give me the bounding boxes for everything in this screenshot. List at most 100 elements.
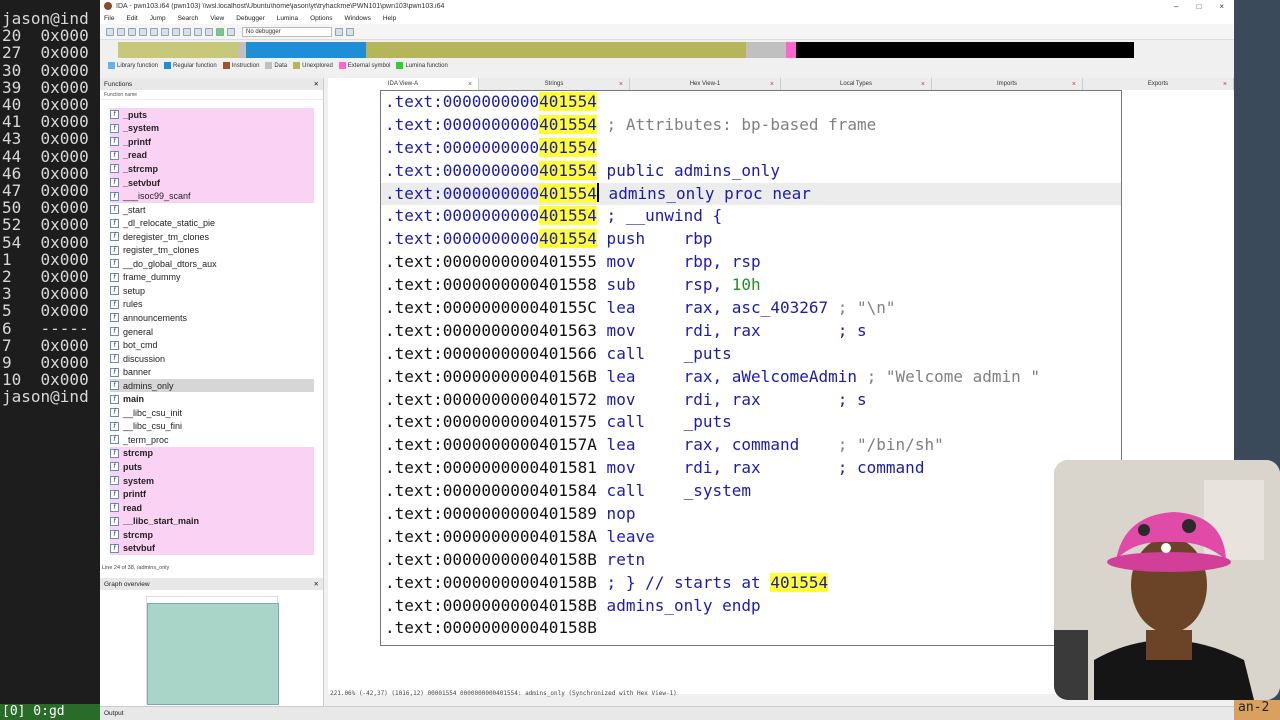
windows-icon[interactable]	[346, 27, 354, 36]
function-item[interactable]: f banner	[110, 365, 314, 379]
function-item[interactable]: f puts	[110, 460, 314, 474]
debugger-select[interactable]: No debugger	[242, 26, 332, 37]
disasm-line[interactable]: .text:0000000000401554	[381, 91, 1121, 114]
disasm-line[interactable]: .text:0000000000401581 mov rdi, rax ; co…	[381, 457, 1121, 480]
forward-icon[interactable]	[139, 27, 147, 36]
function-item[interactable]: f rules	[110, 298, 314, 312]
disasm-line[interactable]: .text:000000000040158B	[381, 617, 1121, 640]
function-item[interactable]: f bot_cmd	[110, 338, 314, 352]
disasm-line[interactable]: .text:000000000040158A leave	[381, 526, 1121, 549]
function-item[interactable]: f _strcmp	[110, 162, 314, 176]
search-icon[interactable]	[150, 27, 158, 36]
navigation-band-bar[interactable]	[118, 42, 1134, 58]
panel-close-icon[interactable]: ✕	[314, 80, 319, 88]
search-text-icon[interactable]	[161, 27, 169, 36]
maximize-button[interactable]: □	[1196, 2, 1201, 11]
tab-close-icon[interactable]: ×	[619, 81, 623, 88]
function-item[interactable]: f __libc_csu_init	[110, 406, 314, 420]
tab-imports[interactable]: Imports ×	[932, 78, 1083, 90]
disasm-line[interactable]: .text:0000000000401554	[381, 137, 1121, 160]
function-item[interactable]: f _start	[110, 203, 314, 217]
code-icon[interactable]	[194, 27, 202, 36]
function-item[interactable]: f _printf	[110, 135, 314, 149]
open-icon[interactable]	[106, 27, 114, 36]
disassembly-listing[interactable]: .text:0000000000401554 .text:000000000040…	[380, 90, 1122, 646]
function-item[interactable]: f strcmp	[110, 446, 314, 461]
function-item[interactable]: f frame_dummy	[110, 271, 314, 285]
function-item[interactable]: f deregister_tm_clones	[110, 230, 314, 244]
function-item[interactable]: f ___isoc99_scanf	[110, 189, 314, 203]
disasm-line[interactable]: .text:0000000000401554 push rbp	[381, 228, 1121, 251]
menu-item-view[interactable]: View	[210, 15, 224, 22]
function-item[interactable]: f main	[110, 392, 314, 406]
graph-overview-canvas[interactable]	[146, 596, 279, 705]
disasm-line[interactable]: .text:0000000000401554 ; __unwind {	[381, 205, 1121, 228]
function-name-column-header[interactable]: Function name	[100, 90, 323, 100]
function-item[interactable]: f __do_global_dtors_aux	[110, 257, 314, 271]
function-item[interactable]: f _read	[110, 148, 314, 163]
menu-item-jump[interactable]: Jump	[150, 15, 166, 22]
function-item[interactable]: f printf	[110, 487, 314, 501]
tab-close-icon[interactable]: ×	[1072, 81, 1076, 88]
disasm-line[interactable]: .text:0000000000401554 admins_only proc …	[381, 182, 1121, 206]
disasm-line[interactable]: .text:000000000040158B retn	[381, 549, 1121, 572]
menu-item-help[interactable]: Help	[383, 15, 396, 22]
disasm-line[interactable]: .text:000000000040156B lea rax, aWelcome…	[381, 366, 1121, 389]
function-item[interactable]: f _system	[110, 121, 314, 136]
tab-exports[interactable]: Exports ×	[1083, 78, 1234, 90]
disasm-line[interactable]: .text:0000000000401575 call _puts	[381, 411, 1121, 434]
tab-close-icon[interactable]: ×	[770, 81, 774, 88]
menu-item-search[interactable]: Search	[178, 15, 199, 22]
function-item[interactable]: f __libc_start_main	[110, 514, 314, 528]
function-item[interactable]: f system	[110, 473, 314, 488]
function-item[interactable]: f setvbuf	[110, 541, 314, 556]
tab-close-icon[interactable]: ×	[921, 81, 925, 88]
tab-strings[interactable]: Strings ×	[479, 78, 630, 90]
minimize-button[interactable]: –	[1174, 2, 1178, 11]
disasm-line[interactable]: .text:0000000000401563 mov rdi, rax ; s	[381, 320, 1121, 343]
function-item[interactable]: f _puts	[110, 108, 314, 122]
disasm-line[interactable]: .text:0000000000401555 mov rbp, rsp	[381, 251, 1121, 274]
function-item[interactable]: f setup	[110, 284, 314, 298]
function-item[interactable]: f general	[110, 325, 314, 339]
save-icon[interactable]	[117, 27, 125, 36]
menu-item-windows[interactable]: Windows	[344, 15, 370, 22]
function-item[interactable]: f strcmp	[110, 527, 314, 542]
menu-item-debugger[interactable]: Debugger	[236, 15, 265, 22]
back-icon[interactable]	[128, 27, 136, 36]
function-item[interactable]: f register_tm_clones	[110, 243, 314, 257]
function-item[interactable]: f read	[110, 500, 314, 515]
menu-item-lumina[interactable]: Lumina	[277, 15, 298, 22]
close-button[interactable]: ×	[1219, 2, 1224, 11]
disasm-line[interactable]: .text:0000000000401572 mov rdi, rax ; s	[381, 389, 1121, 412]
menu-item-file[interactable]: File	[104, 15, 114, 22]
disasm-line[interactable]: .text:000000000040157A lea rax, command …	[381, 434, 1121, 457]
disasm-line[interactable]: .text:000000000040158B ; } // starts at …	[381, 572, 1121, 595]
search-binary-icon[interactable]	[172, 27, 180, 36]
function-item[interactable]: f discussion	[110, 352, 314, 366]
function-item[interactable]: f _term_proc	[110, 433, 314, 447]
function-item[interactable]: f admins_only	[110, 378, 314, 393]
tab-hex-view-1[interactable]: Hex View-1 ×	[630, 78, 781, 90]
data-icon[interactable]	[205, 27, 213, 36]
menu-item-options[interactable]: Options	[310, 15, 332, 22]
tab-close-icon[interactable]: ×	[468, 81, 472, 88]
disasm-line[interactable]: .text:000000000040158B admins_only endp	[381, 595, 1121, 618]
function-item[interactable]: f _dl_relocate_static_pie	[110, 216, 314, 230]
disasm-line[interactable]: .text:0000000000401554 public admins_onl…	[381, 160, 1121, 183]
disasm-line[interactable]: .text:0000000000401589 nop	[381, 503, 1121, 526]
lumina-icon[interactable]	[216, 27, 224, 36]
disasm-line[interactable]: .text:0000000000401566 call _puts	[381, 343, 1121, 366]
play-icon[interactable]	[227, 27, 235, 36]
tab-local-types[interactable]: Local Types ×	[781, 78, 932, 90]
disasm-line[interactable]: .text:0000000000401584 call _system	[381, 480, 1121, 503]
function-item[interactable]: f __libc_csu_fini	[110, 420, 314, 434]
options-icon[interactable]	[335, 27, 343, 36]
disasm-line[interactable]: .text:0000000000401558 sub rsp, 10h	[381, 274, 1121, 297]
disasm-line[interactable]: .text:0000000000401554 ; Attributes: bp-…	[381, 114, 1121, 137]
graph-icon[interactable]	[183, 27, 191, 36]
tab-ida-view-a[interactable]: IDA View-A ×	[328, 78, 479, 90]
navigation-band[interactable]	[100, 40, 1234, 60]
menu-item-edit[interactable]: Edit	[126, 15, 137, 22]
disasm-line[interactable]: .text:000000000040155C lea rax, asc_4032…	[381, 297, 1121, 320]
